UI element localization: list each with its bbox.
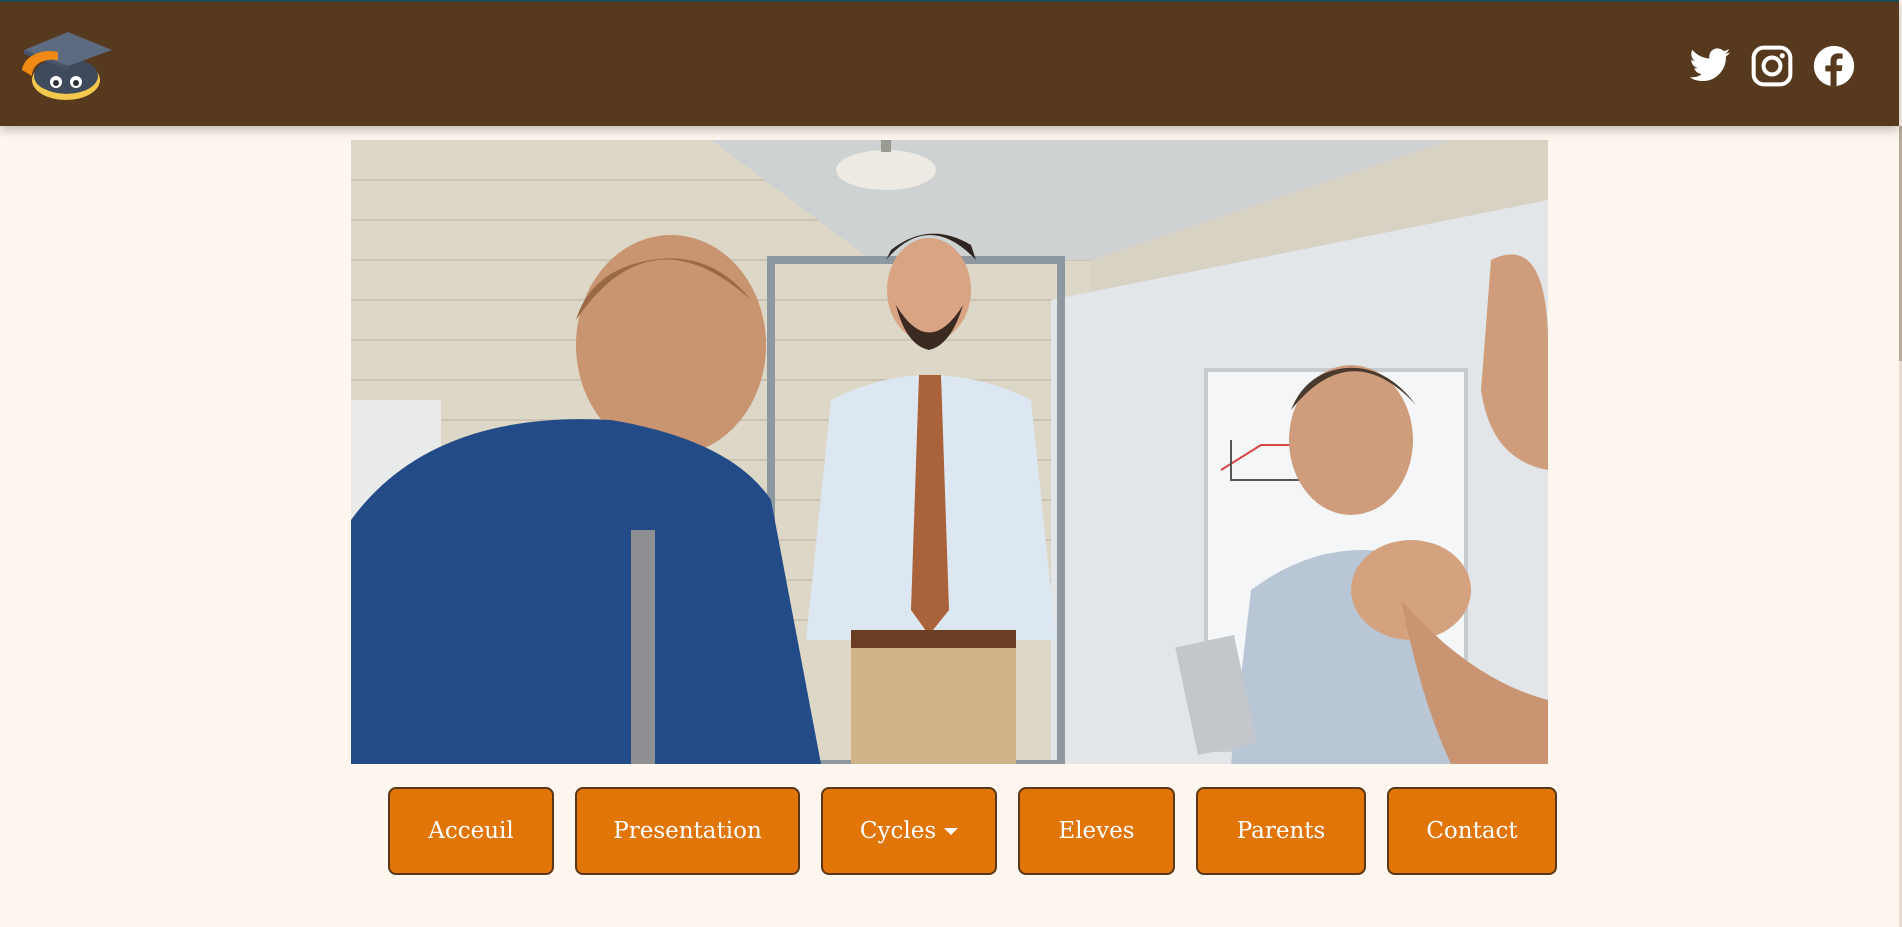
nav-acceuil-label: Acceuil	[428, 818, 514, 844]
nav-eleves-label: Eleves	[1058, 818, 1135, 844]
caret-down-icon	[944, 827, 959, 835]
facebook-icon[interactable]	[1812, 44, 1856, 88]
instagram-icon[interactable]	[1750, 44, 1794, 88]
page: Acceuil Presentation Cycles Eleves Paren…	[0, 0, 1902, 927]
nav-parents-label: Parents	[1236, 818, 1326, 844]
nav-presentation-label: Presentation	[613, 818, 762, 844]
nav-cycles-dropdown-button[interactable]: Cycles	[821, 787, 997, 875]
nav-cycles-label: Cycles	[859, 818, 937, 844]
nav-presentation-button[interactable]: Presentation	[575, 787, 800, 875]
nav-eleves-button[interactable]: Eleves	[1018, 787, 1175, 875]
top-header	[0, 0, 1899, 126]
hero-image	[351, 140, 1548, 764]
nav-acceuil-button[interactable]: Acceuil	[388, 787, 554, 875]
nav-parents-button[interactable]: Parents	[1196, 787, 1366, 875]
nav-contact-button[interactable]: Contact	[1387, 787, 1557, 875]
twitter-icon[interactable]	[1688, 44, 1732, 88]
logo-icon[interactable]	[18, 26, 118, 106]
nav-contact-label: Contact	[1426, 818, 1518, 844]
